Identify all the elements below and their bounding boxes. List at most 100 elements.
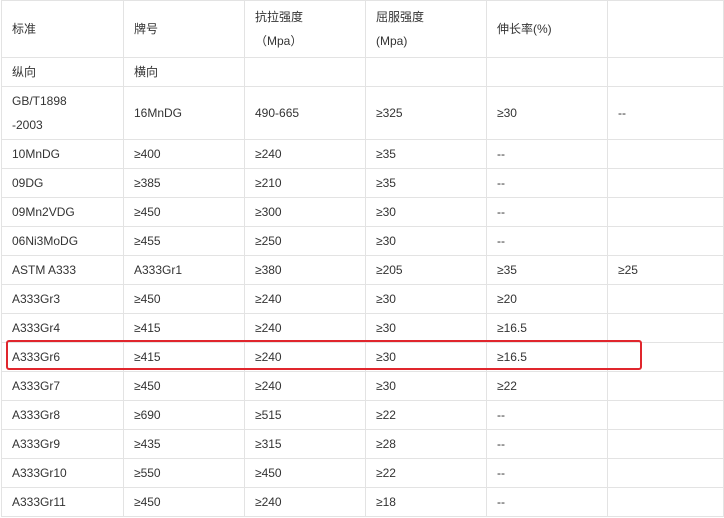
subheader-cell-empty — [607, 57, 724, 87]
table-cell: ≥300 — [244, 197, 366, 227]
table-row: A333Gr7 ≥450 ≥240 ≥30 ≥22 — [1, 371, 724, 401]
table-row: A333Gr3 ≥450 ≥240 ≥30 ≥20 — [1, 284, 724, 314]
table-cell: ≥35 — [486, 255, 608, 285]
table-cell: GB/T1898 -2003 — [1, 86, 124, 140]
table-cell — [607, 487, 724, 517]
header-tensile-line2: （Mpa） — [255, 34, 303, 48]
table-cell: ≥16.5 — [486, 313, 608, 343]
subheader-cell-empty — [244, 57, 366, 87]
table-cell: 06Ni3MoDG — [1, 226, 124, 256]
table-cell — [607, 400, 724, 430]
table-cell — [607, 139, 724, 169]
table-row: A333Gr9 ≥435 ≥315 ≥28 -- — [1, 429, 724, 459]
table-cell: ≥16.5 — [486, 342, 608, 372]
table-cell — [607, 458, 724, 488]
table-row: 10MnDG ≥400 ≥240 ≥35 -- — [1, 139, 724, 169]
table-cell: A333Gr6 — [1, 342, 124, 372]
table-cell: ≥240 — [244, 284, 366, 314]
table-cell: ≥400 — [123, 139, 245, 169]
table-cell: ≥690 — [123, 400, 245, 430]
header-yield-line2: (Mpa) — [376, 34, 408, 48]
table-cell: ≥450 — [123, 197, 245, 227]
table-cell: ≥28 — [365, 429, 487, 459]
table-cell: A333Gr9 — [1, 429, 124, 459]
table-cell: ≥30 — [365, 342, 487, 372]
table-cell — [607, 168, 724, 198]
subheader-cell-empty — [365, 57, 487, 87]
table-cell: ≥25 — [607, 255, 724, 285]
table-cell: A333Gr4 — [1, 313, 124, 343]
table-cell: -- — [486, 458, 608, 488]
table-cell: -- — [607, 86, 724, 140]
header-cell-standard: 标准 — [1, 0, 124, 58]
table-cell: ≥415 — [123, 313, 245, 343]
table-cell: ≥450 — [123, 284, 245, 314]
table-cell: ≥30 — [365, 226, 487, 256]
table-cell: ≥240 — [244, 342, 366, 372]
table-cell: ≥550 — [123, 458, 245, 488]
table-row: ASTM A333 A333Gr1 ≥380 ≥205 ≥35 ≥25 — [1, 255, 724, 285]
table-cell: ≥30 — [365, 197, 487, 227]
table-row-highlighted: A333Gr6 ≥415 ≥240 ≥30 ≥16.5 — [1, 342, 724, 372]
table-cell: -- — [486, 400, 608, 430]
table-cell: ≥450 — [123, 371, 245, 401]
table-cell: ≥22 — [365, 458, 487, 488]
subheader-cell-transverse: 横向 — [123, 57, 245, 87]
table-cell — [607, 342, 724, 372]
table-row: A333Gr4 ≥415 ≥240 ≥30 ≥16.5 — [1, 313, 724, 343]
table-cell: A333Gr11 — [1, 487, 124, 517]
table-cell: ≥30 — [365, 313, 487, 343]
table-cell: A333Gr10 — [1, 458, 124, 488]
table-cell: ≥18 — [365, 487, 487, 517]
table-cell — [607, 371, 724, 401]
table-cell: ≥450 — [244, 458, 366, 488]
table-cell — [607, 284, 724, 314]
table-cell: -- — [486, 429, 608, 459]
table-cell: ≥250 — [244, 226, 366, 256]
table-row: A333Gr11 ≥450 ≥240 ≥18 -- — [1, 487, 724, 517]
table-cell: 10MnDG — [1, 139, 124, 169]
header-cell-elongation: 伸长率(%) — [486, 0, 608, 58]
table-cell: ≥240 — [244, 313, 366, 343]
table-cell: 490-665 — [244, 86, 366, 140]
subheader-row: 纵向 横向 — [1, 57, 724, 87]
table-cell: ≥205 — [365, 255, 487, 285]
subheader-cell-empty — [486, 57, 608, 87]
table-cell: 16MnDG — [123, 86, 245, 140]
table-cell: ≥325 — [365, 86, 487, 140]
table-cell: ≥22 — [365, 400, 487, 430]
header-tensile-line1: 抗拉强度 — [255, 10, 304, 24]
header-row: 标准 牌号 抗拉强度 （Mpa） 屈服强度 (Mpa) 伸长率(%) — [1, 0, 724, 58]
table-cell: ≥515 — [244, 400, 366, 430]
table-cell — [607, 226, 724, 256]
table-cell: 09Mn2VDG — [1, 197, 124, 227]
table-cell: ≥315 — [244, 429, 366, 459]
table-cell: A333Gr8 — [1, 400, 124, 430]
table-cell: ≥380 — [244, 255, 366, 285]
table-row: A333Gr10 ≥550 ≥450 ≥22 -- — [1, 458, 724, 488]
table-cell: -- — [486, 139, 608, 169]
header-cell-yield: 屈服强度 (Mpa) — [365, 0, 487, 58]
table-cell — [607, 197, 724, 227]
table-cell: ≥240 — [244, 139, 366, 169]
header-yield-line1: 屈服强度 — [376, 10, 425, 24]
header-cell-grade: 牌号 — [123, 0, 245, 58]
table-cell: ≥30 — [365, 371, 487, 401]
table-cell: ≥240 — [244, 487, 366, 517]
table-cell: -- — [486, 168, 608, 198]
table-cell — [607, 313, 724, 343]
table-cell: ASTM A333 — [1, 255, 124, 285]
header-cell-tensile: 抗拉强度 （Mpa） — [244, 0, 366, 58]
table-cell: ≥240 — [244, 371, 366, 401]
table-cell: ≥35 — [365, 168, 487, 198]
subheader-cell-longitudinal: 纵向 — [1, 57, 124, 87]
table-cell: ≥455 — [123, 226, 245, 256]
table-cell: ≥435 — [123, 429, 245, 459]
table-cell: A333Gr7 — [1, 371, 124, 401]
table-row: A333Gr8 ≥690 ≥515 ≥22 -- — [1, 400, 724, 430]
header-cell-empty — [607, 0, 724, 58]
table-cell: ≥210 — [244, 168, 366, 198]
table-row: 06Ni3MoDG ≥455 ≥250 ≥30 -- — [1, 226, 724, 256]
table-cell: 09DG — [1, 168, 124, 198]
table-cell: A333Gr3 — [1, 284, 124, 314]
